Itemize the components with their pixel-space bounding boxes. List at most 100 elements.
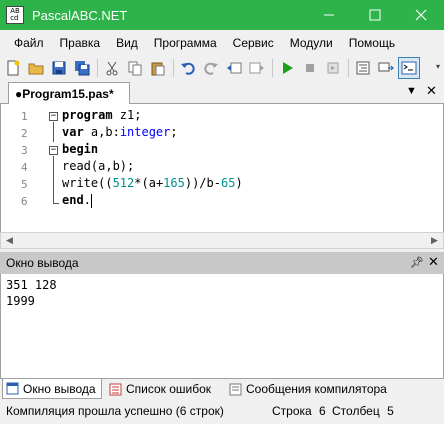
step-button[interactable] [322,57,344,79]
scroll-right-icon[interactable]: ▶ [426,233,443,248]
code-line-4: read(a,b); [62,159,135,173]
status-message: Компиляция прошла успешно (6 строк) [6,404,224,418]
output-panel-header: Окно вывода 📌︎ ✕ [0,252,444,274]
compiler-messages-icon [229,383,242,395]
minimize-button[interactable] [306,0,352,30]
format-icon [356,61,370,75]
tab-output-window[interactable]: Окно вывода [2,379,102,399]
output-line: 351 128 [6,278,57,292]
scissors-icon [106,61,118,76]
app-icon: AB cd [6,6,24,24]
status-column: Столбец 5 [332,404,394,418]
undo-button[interactable] [177,57,199,79]
forward-icon [249,62,264,74]
format-button[interactable] [352,57,374,79]
code-line-2: var a,b:integer; [62,125,178,139]
scroll-left-icon[interactable]: ◀ [1,233,18,248]
line-number: 6 [21,195,28,208]
run-button[interactable] [276,57,298,79]
minimize-icon [324,14,334,16]
tab-program15[interactable]: ●Program15.pas* [8,82,130,104]
status-col-label: Столбец [332,404,380,418]
folder-icon [28,63,44,75]
back-icon [227,62,242,74]
toolbar-overflow-icon[interactable]: ▾ [436,62,440,71]
error-list-icon [109,383,122,395]
stop-button[interactable] [299,57,321,79]
tab-label: Сообщения компилятора [246,382,387,396]
code-line-5: write((512*(a+165))/b-65) [62,176,243,190]
line-number: 3 [21,144,28,157]
back-button[interactable] [223,57,245,79]
debug-window-icon [378,62,394,72]
code-line-1: program z1; [62,108,142,122]
menu-modules[interactable]: Модули [282,30,341,56]
code-line-6: end. [62,193,92,208]
menu-program[interactable]: Программа [146,30,225,56]
undo-icon [181,62,195,75]
tab-dropdown-icon[interactable]: ▼ [406,85,417,97]
redo-icon [204,62,218,75]
fold-line [53,156,54,203]
menu-help[interactable]: Помощь [341,30,403,56]
status-bar: Компиляция прошла успешно (6 строк) Стро… [0,400,444,424]
console-icon [401,61,417,75]
redo-button[interactable] [200,57,222,79]
menu-file[interactable]: Файл [6,30,52,56]
tab-label: Список ошибок [126,382,212,396]
close-icon [415,9,427,21]
pin-icon[interactable]: 📌︎ [410,256,424,269]
panel-close-icon[interactable]: ✕ [428,254,439,270]
toolbar: ▾ [0,56,444,80]
tab-label: Окно вывода [23,381,96,396]
tab-close-icon[interactable]: ✕ [426,83,437,99]
stop-icon [306,64,314,72]
code-editor[interactable]: 1 2 3 4 5 6 − − program z1; var a,b:inte… [0,104,444,232]
step-icon [327,62,339,74]
copy-icon [128,61,142,76]
bottom-tab-strip: Окно вывода Список ошибок Сообщения комп… [0,378,444,400]
paste-button[interactable] [147,57,169,79]
save-icon [52,61,66,75]
editor-horizontal-scrollbar[interactable]: ◀ ▶ [0,232,444,249]
forward-button[interactable] [246,57,268,79]
menu-bar: Файл Правка Вид Программа Сервис Модули … [0,30,444,56]
fold-toggle-icon[interactable]: − [49,146,58,155]
run-icon [283,62,293,74]
menu-view[interactable]: Вид [108,30,146,56]
debug-window-button[interactable] [375,57,397,79]
title-bar: AB cd PascalABC.NET [0,0,444,30]
toolbar-separator [97,59,98,77]
copy-button[interactable] [124,57,146,79]
maximize-icon [369,9,381,21]
line-number: 5 [21,178,28,191]
menu-service[interactable]: Сервис [225,30,282,56]
line-number: 4 [21,161,28,174]
close-button[interactable] [398,0,444,30]
line-number: 2 [21,127,28,140]
new-file-icon [7,60,20,76]
maximize-button[interactable] [352,0,398,30]
editor-tab-strip: ●Program15.pas* ▼ ✕ [0,82,444,104]
open-file-button[interactable] [25,57,47,79]
output-window[interactable]: 351 128 1999 [0,274,444,378]
window-title: PascalABC.NET [32,7,128,23]
fold-toggle-icon[interactable]: − [49,112,58,121]
status-row-label: Строка [272,404,312,418]
output-panel-title: Окно вывода [6,256,79,270]
fold-line [53,122,54,142]
new-file-button[interactable] [2,57,24,79]
status-row: Строка 6 [272,404,326,418]
save-button[interactable] [48,57,70,79]
console-window-button[interactable] [398,57,420,79]
toolbar-separator [173,59,174,77]
status-col-value: 5 [387,404,394,418]
cut-button[interactable] [101,57,123,79]
tab-compiler-messages[interactable]: Сообщения компилятора [226,379,387,399]
save-all-button[interactable] [71,57,93,79]
status-row-value: 6 [319,404,326,418]
menu-edit[interactable]: Правка [52,30,109,56]
toolbar-separator [348,59,349,77]
line-number: 1 [21,110,28,123]
tab-error-list[interactable]: Список ошибок [106,379,211,399]
